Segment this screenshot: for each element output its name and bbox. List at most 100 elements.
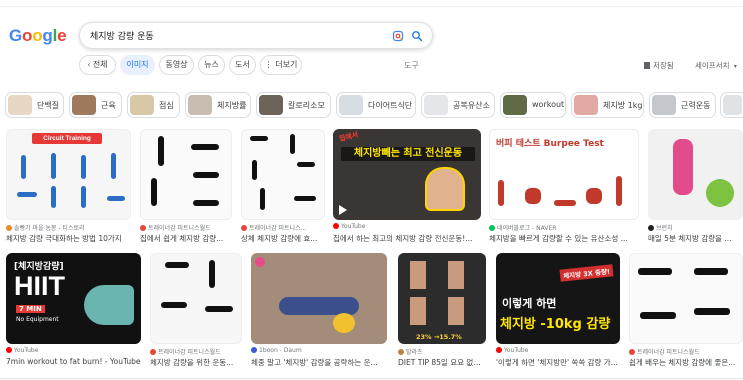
exercise-figure xyxy=(191,144,219,150)
person-photo xyxy=(425,167,465,211)
related-label: 체지방 1kg xyxy=(603,101,643,110)
result-title[interactable]: 집에서 하는 최고의 체지방 감량 전신운동!... xyxy=(333,233,481,244)
image-result[interactable]: 1boon - Daum 체중 말고 '체지방' 감량을 공략하는 운... xyxy=(251,253,387,368)
result-image[interactable] xyxy=(150,253,242,344)
source-favicon xyxy=(629,349,635,355)
exercise-figure xyxy=(21,155,26,179)
image-result[interactable]: 트레이너감 피트니스... 상체 체지방 감량에 효... xyxy=(241,129,325,244)
result-title[interactable]: DIET TIP 85일 요요 없는... xyxy=(398,357,486,368)
result-image[interactable] xyxy=(241,129,325,220)
result-source-text: 트레이너감 피트니스월드 xyxy=(148,225,211,232)
result-title[interactable]: 쉽게 배우는 체지방 감량에 좋은... xyxy=(629,357,743,368)
exercise-figure xyxy=(209,260,215,288)
exercise-figure xyxy=(111,153,116,179)
source-favicon xyxy=(6,225,12,231)
magnifier-icon[interactable] xyxy=(411,30,423,42)
tab-all[interactable]: ‹ 전체 xyxy=(79,55,116,75)
exercise-figure xyxy=(51,186,56,208)
tab-more[interactable]: ⋮ 더보기 xyxy=(260,55,302,75)
result-image[interactable]: 버피 테스트 Burpee Test xyxy=(489,129,639,220)
related-chip-diet[interactable]: 다이어트식단 xyxy=(336,92,416,118)
exercise-figure xyxy=(17,192,37,197)
result-image[interactable]: Circuit Training xyxy=(6,129,131,220)
exercise-figure xyxy=(151,178,157,206)
saved-link[interactable]: 저장됨 xyxy=(644,60,674,71)
result-title[interactable]: '이렇게 하면 '체지방만' 쏙쏙 감량 가... xyxy=(496,357,620,368)
result-title[interactable]: 체지방 감량을 위한 운동... xyxy=(150,357,242,368)
related-chip-protein[interactable]: 단백질 xyxy=(5,92,64,118)
top-divider xyxy=(0,6,743,7)
related-thumbnail xyxy=(652,95,676,115)
source-favicon xyxy=(241,225,247,231)
source-favicon xyxy=(648,225,654,231)
tab-label: 전체 xyxy=(92,60,108,69)
safesearch-menu[interactable]: 세이프서치 ▾ xyxy=(695,60,737,71)
youtube-icon xyxy=(496,347,502,353)
tools-button[interactable]: 도구 xyxy=(404,60,419,71)
related-chip-bodyfat[interactable]: 체지방률 xyxy=(185,92,251,118)
exercise-figure xyxy=(525,188,541,204)
image-result[interactable]: [체지방감량] HIIT 7 MIN No Equipment YouTube … xyxy=(6,253,141,368)
image-result[interactable]: 브런치 매일 5분 체지방 감량을 ... xyxy=(648,129,743,244)
result-source: 브런치 xyxy=(648,223,673,232)
google-logo[interactable]: Google xyxy=(9,26,67,46)
result-image[interactable]: [체지방감량] HIIT 7 MIN No Equipment xyxy=(6,253,141,344)
result-title[interactable]: 상체 체지방 감량에 효... xyxy=(241,233,325,244)
related-chip-1kg[interactable]: 체지방 1kg xyxy=(571,92,644,118)
image-result[interactable]: 트레이너감 피트니스월드 쉽게 배우는 체지방 감량에 좋은... xyxy=(629,253,743,368)
result-title[interactable]: 체지방을 빠르게 감량할 수 있는 유산소성 ... xyxy=(489,233,639,244)
result-source-text: 솔빵기 마을 농봉 - 티스토리 xyxy=(14,225,85,232)
image-caption: 버피 테스트 Burpee Test xyxy=(496,139,604,149)
related-label: 점심 xyxy=(159,101,174,110)
search-input[interactable]: 체지방 감량 운동 xyxy=(90,29,154,42)
play-icon xyxy=(339,205,347,215)
result-title[interactable]: 체중 말고 '체지방' 감량을 공략하는 운... xyxy=(251,357,387,368)
exercise-figure xyxy=(694,268,728,275)
related-chip-calories[interactable]: 칼로리소모 xyxy=(256,92,331,118)
image-result[interactable]: 버피 테스트 Burpee Test 네이버블로그 - NAVER 체지방을 빠… xyxy=(489,129,639,244)
result-image[interactable]: 체지방 3X 증량! 이렇게 하면 체지방 -10kg 감량 xyxy=(496,253,620,344)
person-photo xyxy=(84,285,134,325)
related-label: workout xyxy=(532,100,565,109)
image-result[interactable]: 23% →15.7% 탈라츠 DIET TIP 85일 요요 없는... xyxy=(398,253,486,368)
tab-books[interactable]: 도서 xyxy=(229,55,256,75)
result-title[interactable]: 7min workout to fat burn! - YouTube xyxy=(6,357,141,366)
related-chip-muscle[interactable]: 근육 xyxy=(69,92,122,118)
result-image[interactable] xyxy=(629,253,743,344)
result-image[interactable]: 23% →15.7% xyxy=(398,253,486,344)
tab-videos[interactable]: 동영상 xyxy=(159,55,194,75)
result-image[interactable] xyxy=(648,129,743,220)
tab-images[interactable]: 이미지 xyxy=(120,55,155,75)
search-box[interactable]: 체지방 감량 운동 xyxy=(79,22,433,49)
result-source-text: 네이버블로그 - NAVER xyxy=(497,225,557,232)
exercise-figure xyxy=(498,180,504,206)
image-result[interactable]: 집에서 체지방빼는 최고 전신운동 YouTube 집에서 하는 최고의 체지방… xyxy=(333,129,481,244)
image-result[interactable]: 체지방 3X 증량! 이렇게 하면 체지방 -10kg 감량 YouTube '… xyxy=(496,253,620,368)
video-caption-b: 체지방 -10kg 감량 xyxy=(500,317,611,332)
result-image[interactable]: 집에서 체지방빼는 최고 전신운동 xyxy=(333,129,481,220)
tab-news[interactable]: 뉴스 xyxy=(198,55,225,75)
related-chip-fasted-cardio[interactable]: 공복유산소 xyxy=(421,92,495,118)
result-title[interactable]: 매일 5분 체지방 감량을 ... xyxy=(648,233,743,244)
image-result[interactable]: Circuit Training 솔빵기 마을 농봉 - 티스토리 체지방 감량… xyxy=(6,129,131,244)
result-image[interactable] xyxy=(140,129,232,220)
result-source: 트레이너감 피트니스월드 xyxy=(140,223,211,232)
related-chip-workout[interactable]: workout xyxy=(500,92,566,118)
result-source-text: 탈라츠 xyxy=(406,349,423,356)
exercise-figure xyxy=(616,176,622,206)
related-chip-lunch[interactable]: 점심 xyxy=(127,92,180,118)
image-result[interactable]: 트레이너감 피트니스월드 집에서 쉽게 체지방 감량... xyxy=(140,129,232,244)
related-thumbnail xyxy=(259,95,283,115)
related-chip-more[interactable] xyxy=(720,92,743,118)
result-title[interactable]: 체지방 감량 극대화하는 방법 10가지 xyxy=(6,233,131,244)
google-lens-icon[interactable] xyxy=(392,30,404,42)
result-source: 네이버블로그 - NAVER xyxy=(489,223,556,232)
related-chip-strength[interactable]: 근력운동 xyxy=(649,92,716,118)
image-result[interactable]: 트레이너감 피트니스월드 체지방 감량을 위한 운동... xyxy=(150,253,242,368)
result-source: 트레이너감 피트니스... xyxy=(241,223,306,232)
result-title[interactable]: 집에서 쉽게 체지방 감량... xyxy=(140,233,232,244)
result-source-text: 트레이너감 피트니스월드 xyxy=(158,349,221,356)
source-favicon xyxy=(140,225,146,231)
result-image[interactable] xyxy=(251,253,387,344)
exercise-figure xyxy=(260,188,265,210)
